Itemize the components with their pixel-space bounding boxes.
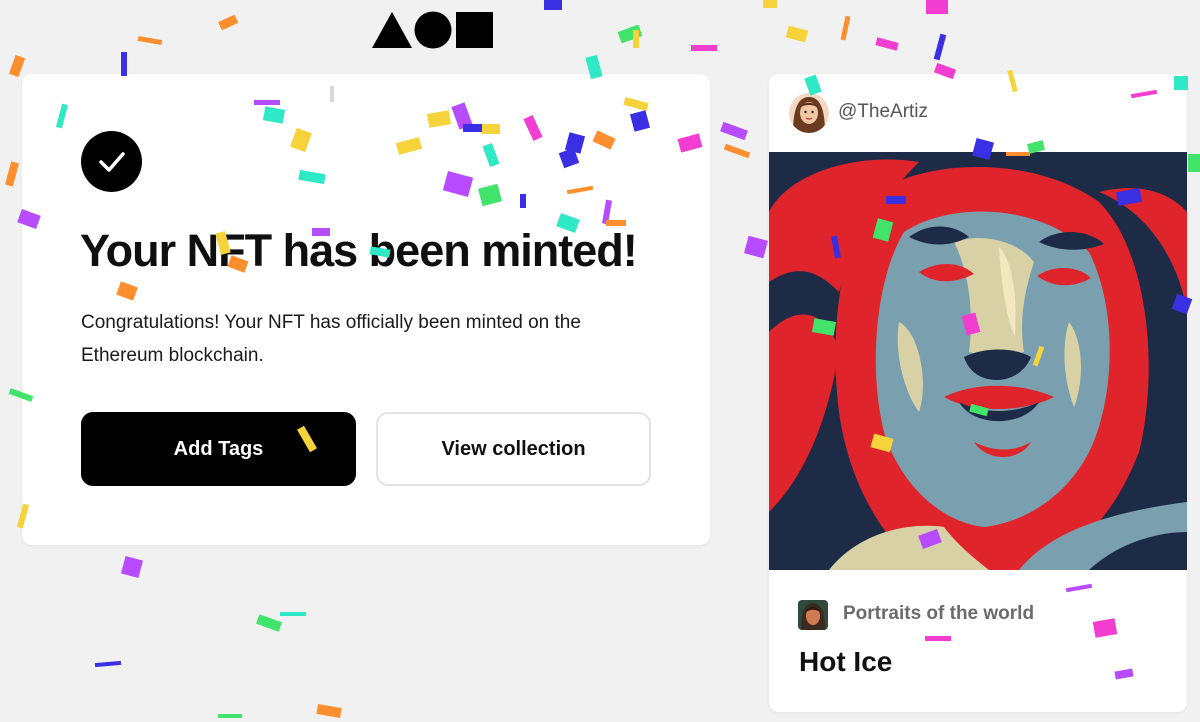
nft-artwork-image[interactable] — [769, 152, 1187, 570]
creator-avatar[interactable] — [789, 93, 829, 133]
success-card: Your NFT has been minted! Congratulation… — [22, 74, 710, 545]
confetti-piece — [544, 0, 562, 10]
nft-title: Hot Ice — [799, 646, 893, 677]
collection-thumbnail[interactable] — [798, 600, 828, 630]
confetti-piece — [933, 33, 947, 61]
confetti-piece — [926, 0, 948, 14]
avatar-portrait-image — [789, 93, 829, 133]
confetti-piece — [256, 614, 282, 632]
confetti-piece — [94, 660, 122, 668]
confetti-piece — [218, 714, 242, 718]
confetti-piece — [8, 54, 26, 78]
success-title: Your NFT has been minted! — [80, 225, 638, 276]
add-tags-button[interactable]: Add Tags — [81, 412, 356, 486]
confetti-piece — [785, 25, 809, 43]
confetti-piece — [280, 612, 306, 616]
success-message: Congratulations! Your NFT has officially… — [81, 312, 581, 366]
confetti-piece — [763, 0, 777, 8]
confetti-piece — [875, 37, 899, 51]
confetti-piece — [137, 35, 163, 46]
confetti-piece — [691, 45, 717, 51]
confetti-piece — [720, 121, 748, 141]
confetti-piece — [316, 703, 342, 719]
nft-card[interactable]: @TheArtiz Portraits of the world Hot Ice — [769, 74, 1187, 712]
confetti-piece — [1188, 154, 1200, 172]
confetti-piece — [121, 52, 127, 76]
view-collection-button[interactable]: View collection — [376, 412, 651, 486]
creator-handle[interactable]: @TheArtiz — [838, 101, 928, 123]
confetti-piece — [120, 555, 144, 579]
collection-portrait-icon — [798, 600, 828, 630]
portrait-artwork — [769, 152, 1187, 570]
triangle-circle-square-logo-icon — [372, 11, 493, 49]
confetti-piece — [5, 161, 19, 187]
confetti-piece — [744, 235, 768, 259]
collection-name[interactable]: Portraits of the world — [843, 603, 1034, 625]
confetti-piece — [633, 30, 639, 48]
confetti-piece — [840, 15, 851, 41]
confetti-piece — [723, 143, 751, 159]
confetti-piece — [218, 14, 239, 31]
logo[interactable] — [372, 11, 494, 49]
confetti-piece — [617, 24, 643, 44]
check-badge — [81, 131, 142, 192]
checkmark-icon — [98, 151, 125, 172]
